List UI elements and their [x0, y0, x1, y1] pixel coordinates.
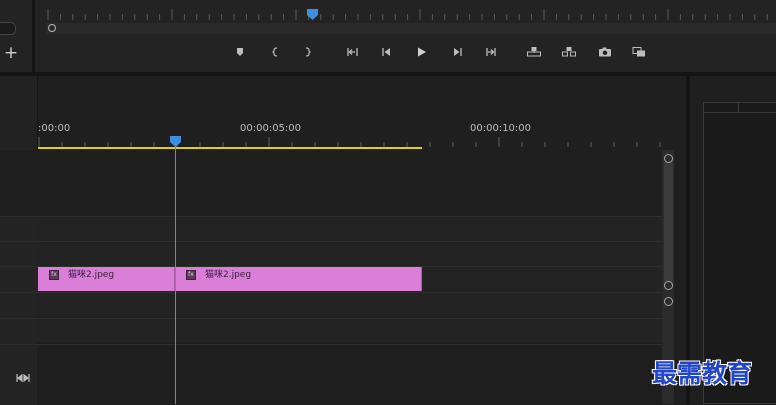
track-header[interactable] — [0, 241, 37, 266]
go-to-in-button[interactable] — [342, 43, 362, 61]
camera-icon — [599, 47, 611, 57]
go-to-in-icon — [347, 48, 358, 56]
monitor-playhead-icon[interactable] — [307, 9, 318, 20]
track-row[interactable] — [0, 216, 662, 241]
track-header[interactable] — [0, 292, 37, 318]
audio-meter-header — [704, 102, 776, 113]
mark-out-icon — [305, 47, 311, 57]
watermark-logo: 最需教育 — [652, 359, 753, 388]
extract-icon — [562, 47, 576, 57]
lift-icon — [527, 47, 541, 57]
timecode-label: 00:00:10:00 — [470, 123, 532, 134]
work-area-bar[interactable] — [38, 147, 422, 149]
track-row[interactable] — [0, 292, 662, 317]
comparison-view-icon — [632, 47, 645, 57]
fx-badge-icon: fx — [186, 270, 196, 280]
clip-name: 猫咪2.jpeg — [68, 270, 115, 280]
step-back-button[interactable] — [377, 43, 397, 61]
monitor-zoom-handle[interactable] — [48, 24, 56, 32]
marker-icon — [237, 48, 243, 56]
playhead-icon[interactable] — [170, 136, 181, 147]
extract-button[interactable] — [559, 43, 579, 61]
fx-badge-icon: fx — [49, 270, 59, 280]
step-back-icon — [382, 48, 390, 56]
scroll-handle-bottom[interactable] — [664, 281, 673, 290]
meter-divider — [738, 102, 739, 112]
ruler-ticks — [38, 137, 661, 147]
add-marker-button[interactable] — [231, 43, 251, 61]
track-row[interactable] — [0, 318, 662, 343]
video-clip[interactable]: fx 猫咪2.jpeg — [38, 267, 175, 291]
timecode-label: 00:00:05:00 — [240, 123, 302, 134]
video-clip[interactable]: fx 猫咪2.jpeg — [175, 267, 422, 291]
step-forward-icon — [454, 48, 462, 56]
mark-in-icon — [272, 47, 278, 57]
monitor-time-ruler[interactable] — [44, 0, 776, 22]
track-header[interactable] — [0, 216, 37, 241]
step-forward-button[interactable] — [448, 43, 468, 61]
play-icon — [418, 47, 426, 57]
go-to-out-button[interactable] — [482, 43, 502, 61]
playhead-line[interactable] — [175, 146, 176, 404]
track-header[interactable] — [0, 266, 37, 292]
export-frame-button[interactable] — [595, 43, 615, 61]
collapse-tracks-icon[interactable] — [16, 372, 30, 384]
track-row[interactable] — [0, 344, 662, 405]
lift-button[interactable] — [524, 43, 544, 61]
scroll-handle-top[interactable] — [664, 154, 673, 163]
play-button[interactable] — [412, 43, 432, 61]
scrollbar-thumb[interactable] — [664, 158, 673, 290]
panel-tab-pill[interactable] — [0, 22, 16, 35]
track-row[interactable] — [0, 241, 662, 266]
clip-name: 猫咪2.jpeg — [205, 270, 252, 280]
mark-in-button[interactable] — [267, 43, 287, 61]
scroll-handle-top[interactable] — [664, 297, 673, 306]
monitor-zoom-scrollbar[interactable] — [46, 23, 776, 34]
comparison-view-button[interactable] — [629, 43, 649, 61]
track-header[interactable] — [0, 318, 37, 344]
add-button[interactable]: + — [2, 44, 20, 62]
mark-out-button[interactable] — [298, 43, 318, 61]
timecode-label: :00:00 — [38, 123, 71, 134]
go-to-out-icon — [486, 48, 496, 56]
track-row[interactable] — [0, 150, 662, 216]
